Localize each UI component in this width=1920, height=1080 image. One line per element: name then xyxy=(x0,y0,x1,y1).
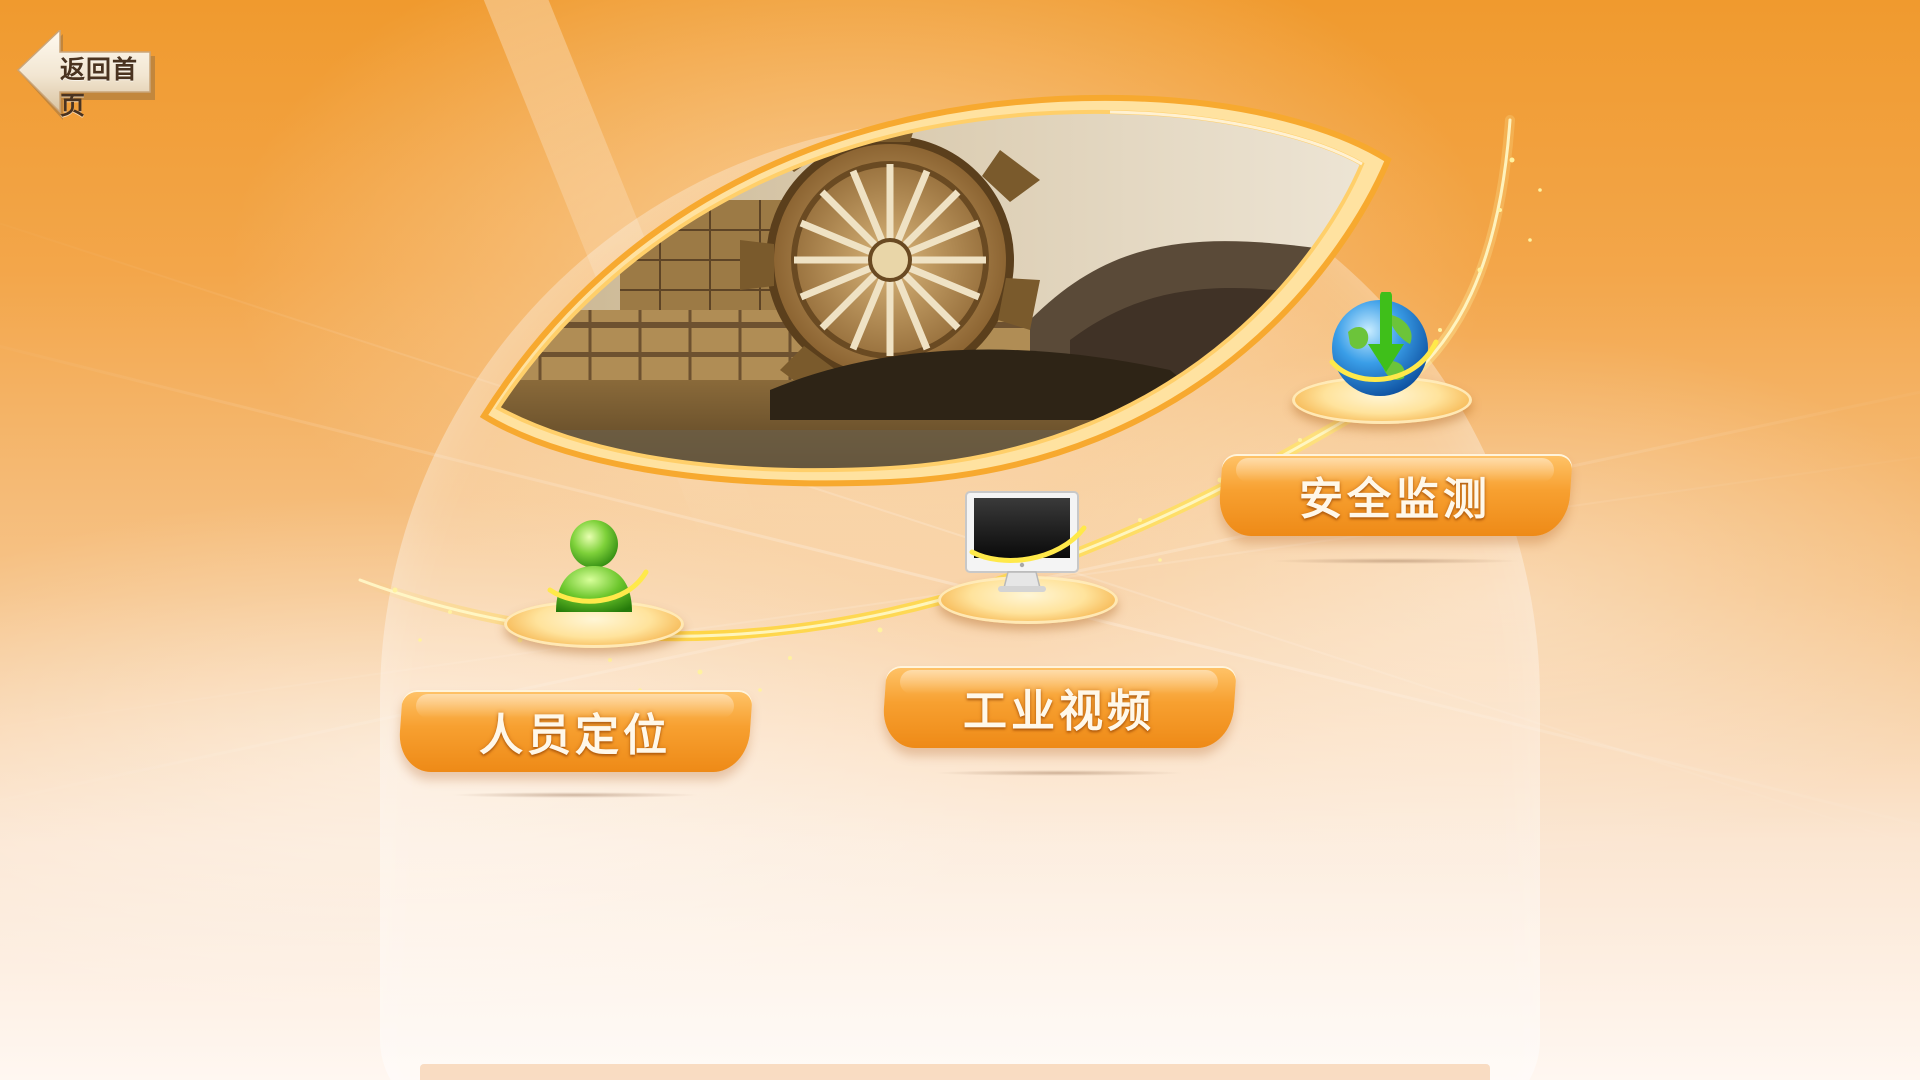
button-shadow xyxy=(934,770,1184,776)
safety-monitoring-button[interactable]: 安全监测 xyxy=(1217,454,1573,536)
button-shadow xyxy=(450,792,700,798)
person-icon[interactable] xyxy=(536,516,656,626)
sparkle-trail xyxy=(355,115,1542,692)
industrial-video-button[interactable]: 工业视频 xyxy=(881,666,1237,748)
safety-monitoring-label: 安全监测 xyxy=(1299,474,1491,525)
button-shadow xyxy=(1270,558,1520,564)
personnel-location-button[interactable]: 人员定位 xyxy=(397,690,753,772)
monitor-icon[interactable] xyxy=(962,488,1092,600)
industrial-video-label: 工业视频 xyxy=(963,686,1155,737)
personnel-location-label: 人员定位 xyxy=(479,710,671,761)
globe-icon[interactable] xyxy=(1324,290,1444,408)
page-background: 返回首页 人员定位 工业视频 安全监测 xyxy=(0,0,1920,1080)
